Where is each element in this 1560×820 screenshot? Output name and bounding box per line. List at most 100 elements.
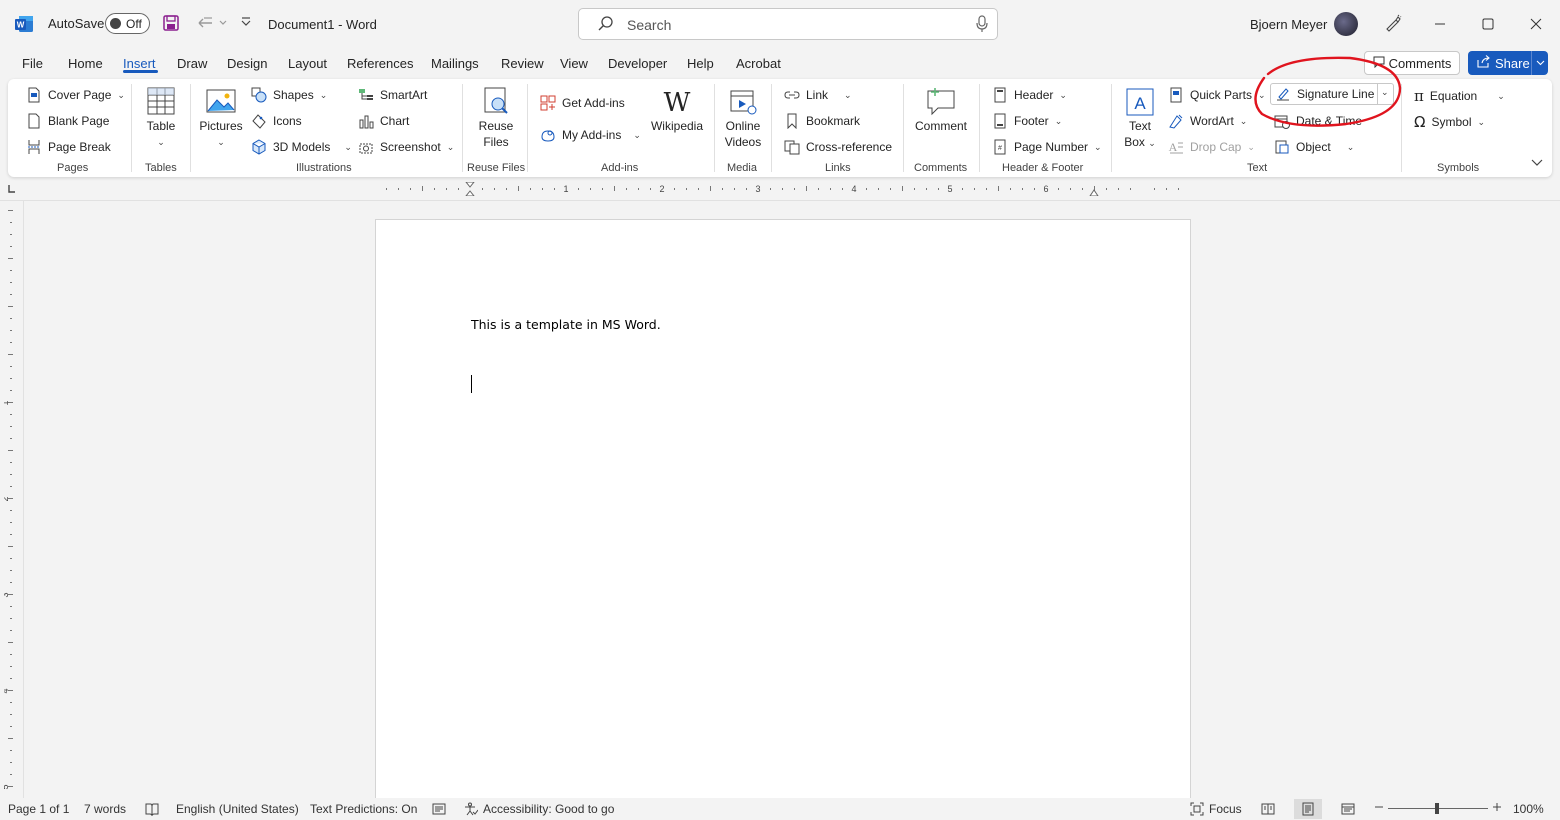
ruler-tick [10, 666, 12, 667]
tab-acrobat[interactable]: Acrobat [736, 56, 781, 71]
tab-design[interactable]: Design [227, 56, 267, 71]
footer-button[interactable]: Footer ⌄ [992, 113, 1062, 129]
text-predictions[interactable]: Text Predictions: On [310, 802, 417, 816]
text-box-button[interactable]: A Text Box ⌄ [1122, 86, 1158, 151]
symbol-button[interactable]: Ω Symbol ⌄ [1414, 113, 1485, 131]
tab-home[interactable]: Home [68, 56, 103, 71]
macro-icon[interactable] [432, 802, 446, 816]
ruler-tick [650, 188, 651, 190]
word-count[interactable]: 7 words [84, 802, 126, 816]
zoom-slider-thumb[interactable] [1435, 803, 1439, 814]
new-comment-button[interactable]: Comment [912, 86, 970, 134]
page-count[interactable]: Page 1 of 1 [8, 802, 69, 816]
avatar[interactable] [1334, 12, 1358, 36]
link-button[interactable]: Link ⌄ [784, 87, 852, 103]
text-box-label-1: Text [1128, 119, 1151, 133]
vertical-ruler[interactable]: 1 2 3 4 5 [4, 210, 18, 798]
smartart-button[interactable]: SmartArt [358, 87, 427, 103]
document-page[interactable] [375, 219, 1191, 819]
tab-help[interactable]: Help [687, 56, 714, 71]
indent-marker[interactable] [465, 182, 475, 196]
cover-page-button[interactable]: Cover Page ⌄ [26, 87, 125, 103]
ruler-tick [734, 188, 735, 190]
shapes-label: Shapes [273, 88, 314, 102]
drop-cap-icon: A [1169, 140, 1183, 154]
designer-pen-icon[interactable] [1384, 14, 1402, 32]
chart-icon [359, 115, 374, 129]
shapes-button[interactable]: Shapes ⌄ [251, 87, 327, 103]
undo-icon[interactable] [196, 14, 230, 32]
close-icon[interactable] [1521, 10, 1551, 38]
document-text[interactable]: This is a template in MS Word. [471, 317, 661, 332]
wikipedia-button[interactable]: W Wikipedia [650, 88, 704, 134]
cover-page-label: Cover Page [48, 88, 112, 102]
tab-mailings[interactable]: Mailings [431, 56, 479, 71]
chevron-down-icon: ⌄ [844, 89, 852, 100]
collapse-ribbon-icon[interactable] [1530, 157, 1544, 171]
autosave-toggle[interactable]: Off [105, 13, 150, 34]
3d-models-button[interactable]: 3D Models ⌄ [251, 139, 352, 155]
share-dropdown-icon[interactable] [1531, 51, 1548, 75]
ruler-tick [1118, 188, 1119, 190]
minimize-icon[interactable] [1425, 10, 1455, 38]
chevron-down-icon: ⌄ [217, 137, 225, 147]
search-box[interactable]: Search [578, 8, 998, 40]
maximize-icon[interactable] [1473, 10, 1503, 38]
horizontal-ruler[interactable]: 1 2 3 4 5 6 [374, 182, 1190, 196]
drop-cap-button[interactable]: A Drop Cap ⌄ [1168, 139, 1255, 155]
table-button[interactable]: Table ⌄ [143, 86, 179, 150]
chevron-down-icon: ⌄ [344, 141, 352, 152]
user-name[interactable]: Bjoern Meyer [1250, 17, 1327, 32]
microphone-icon[interactable] [975, 15, 989, 36]
blank-page-button[interactable]: Blank Page [26, 113, 109, 129]
page-number-button[interactable]: # Page Number ⌄ [992, 139, 1102, 155]
get-add-ins-label: Get Add-ins [562, 96, 625, 110]
online-videos-button[interactable]: Online Videos [722, 86, 764, 150]
ruler-tick [10, 510, 12, 511]
tab-view[interactable]: View [560, 56, 588, 71]
zoom-out-icon[interactable] [1374, 802, 1384, 812]
reuse-files-button[interactable]: Reuse Files [476, 86, 516, 150]
get-add-ins-button[interactable]: Get Add-ins [540, 95, 625, 111]
read-mode-icon[interactable] [1261, 802, 1275, 816]
ruler-tick [974, 188, 975, 190]
save-icon[interactable] [162, 14, 180, 32]
pictures-button[interactable]: Pictures ⌄ [198, 86, 244, 150]
ruler-tick [10, 318, 12, 319]
tab-references[interactable]: References [347, 56, 413, 71]
cross-reference-icon [784, 140, 800, 155]
tab-file[interactable]: File [22, 56, 43, 71]
equation-button[interactable]: π Equation ⌄ [1414, 87, 1505, 105]
zoom-in-icon[interactable] [1492, 802, 1502, 812]
page-break-button[interactable]: Page Break [26, 139, 111, 155]
ruler-tick [506, 188, 507, 190]
web-layout-icon[interactable] [1341, 802, 1355, 816]
language[interactable]: English (United States) [176, 802, 299, 816]
customize-toolbar-icon[interactable] [240, 15, 252, 29]
tab-insert[interactable]: Insert [123, 56, 156, 71]
bookmark-button[interactable]: Bookmark [784, 113, 860, 129]
tab-selector-icon[interactable] [6, 184, 16, 194]
icons-button[interactable]: Icons [251, 113, 302, 129]
object-button[interactable]: Object ⌄ [1274, 139, 1354, 155]
wordart-button[interactable]: WordArt ⌄ [1168, 113, 1247, 129]
ruler-tick [590, 188, 591, 190]
screenshot-button[interactable]: Screenshot ⌄ [358, 139, 454, 155]
print-layout-icon[interactable] [1294, 799, 1322, 819]
tab-review[interactable]: Review [501, 56, 544, 71]
right-indent-marker[interactable] [1089, 189, 1099, 196]
my-add-ins-button[interactable]: My Add-ins ⌄ [540, 127, 641, 143]
cross-reference-button[interactable]: Cross-reference [784, 139, 892, 155]
tab-developer[interactable]: Developer [608, 56, 667, 71]
ruler-tick [10, 654, 12, 655]
chart-button[interactable]: Chart [358, 113, 409, 129]
header-button[interactable]: Header ⌄ [992, 87, 1067, 103]
accessibility-status[interactable]: Accessibility: Good to go [464, 802, 614, 816]
proofing-icon[interactable] [145, 802, 159, 816]
tab-draw[interactable]: Draw [177, 56, 207, 71]
ruler-tick [842, 188, 843, 190]
zoom-level[interactable]: 100% [1513, 802, 1544, 816]
group-divider [771, 84, 772, 172]
focus-button[interactable]: Focus [1190, 802, 1242, 816]
tab-layout[interactable]: Layout [288, 56, 327, 71]
